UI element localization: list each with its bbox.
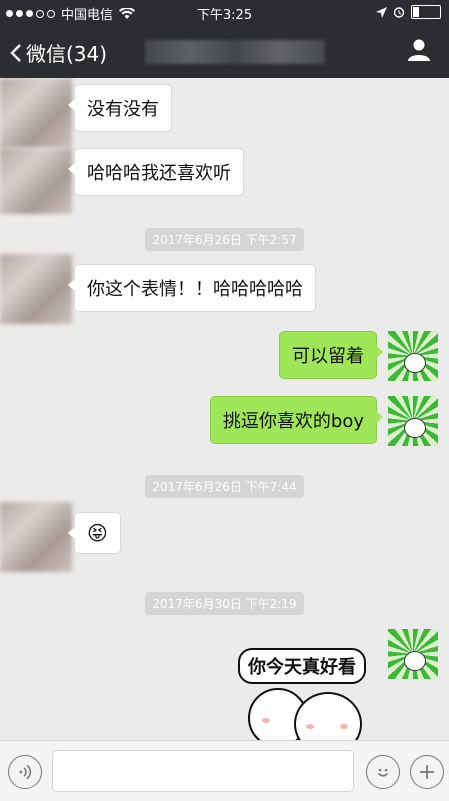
top-bar: 中国电信 下午3:25 微信(34) <box>0 0 449 78</box>
alarm-icon <box>393 7 405 18</box>
back-button[interactable]: 微信(34) <box>10 38 107 67</box>
contact-avatar[interactable] <box>0 502 72 572</box>
my-avatar[interactable] <box>388 629 438 679</box>
message-bubble-incoming[interactable]: 哈哈哈我还喜欢听 <box>68 148 244 196</box>
message-bubble-incoming[interactable]: 没有没有 <box>68 84 172 132</box>
battery-icon <box>411 5 441 19</box>
chat-info-button[interactable] <box>407 38 431 66</box>
sticker-caption: 你今天真好看 <box>238 648 366 684</box>
contact-avatar[interactable] <box>0 78 72 148</box>
emoji-button[interactable] <box>366 755 400 789</box>
message-bubble-emoji[interactable]: 😝 <box>68 512 121 554</box>
sticker-message[interactable]: 你今天真好看 <box>238 648 368 740</box>
message-bubble-incoming[interactable]: 你这个表情！！哈哈哈哈哈 <box>68 264 316 312</box>
message-bubble-outgoing[interactable]: 挑逗你喜欢的boy <box>209 396 384 444</box>
timestamp: 2017年6月26日 下午7:44 <box>0 475 449 498</box>
status-bar: 中国电信 下午3:25 <box>0 0 449 24</box>
message-input[interactable] <box>52 750 354 792</box>
message-list[interactable]: 没有没有 哈哈哈我还喜欢听 2017年6月26日 下午2:57 你这个表情！！哈… <box>0 78 449 740</box>
voice-button[interactable] <box>8 755 42 789</box>
chat-title-blurred <box>145 40 325 64</box>
back-chevron-icon <box>10 43 21 62</box>
my-avatar[interactable] <box>388 331 438 381</box>
input-toolbar <box>0 740 449 801</box>
sticker-face-right <box>294 692 362 740</box>
contact-avatar[interactable] <box>0 254 72 324</box>
contact-avatar[interactable] <box>0 148 72 214</box>
voice-icon <box>19 764 32 780</box>
timestamp: 2017年6月30日 下午2:19 <box>0 592 449 615</box>
emoji-icon <box>377 768 389 777</box>
plus-icon <box>420 765 434 779</box>
profile-icon <box>408 39 430 61</box>
timestamp: 2017年6月26日 下午2:57 <box>0 228 449 251</box>
my-avatar[interactable] <box>388 396 438 446</box>
message-bubble-outgoing[interactable]: 可以留着 <box>279 331 383 379</box>
back-label: 微信(34) <box>26 42 108 66</box>
more-button[interactable] <box>410 755 444 789</box>
nav-bar: 微信(34) <box>0 24 449 78</box>
location-icon <box>376 6 387 18</box>
